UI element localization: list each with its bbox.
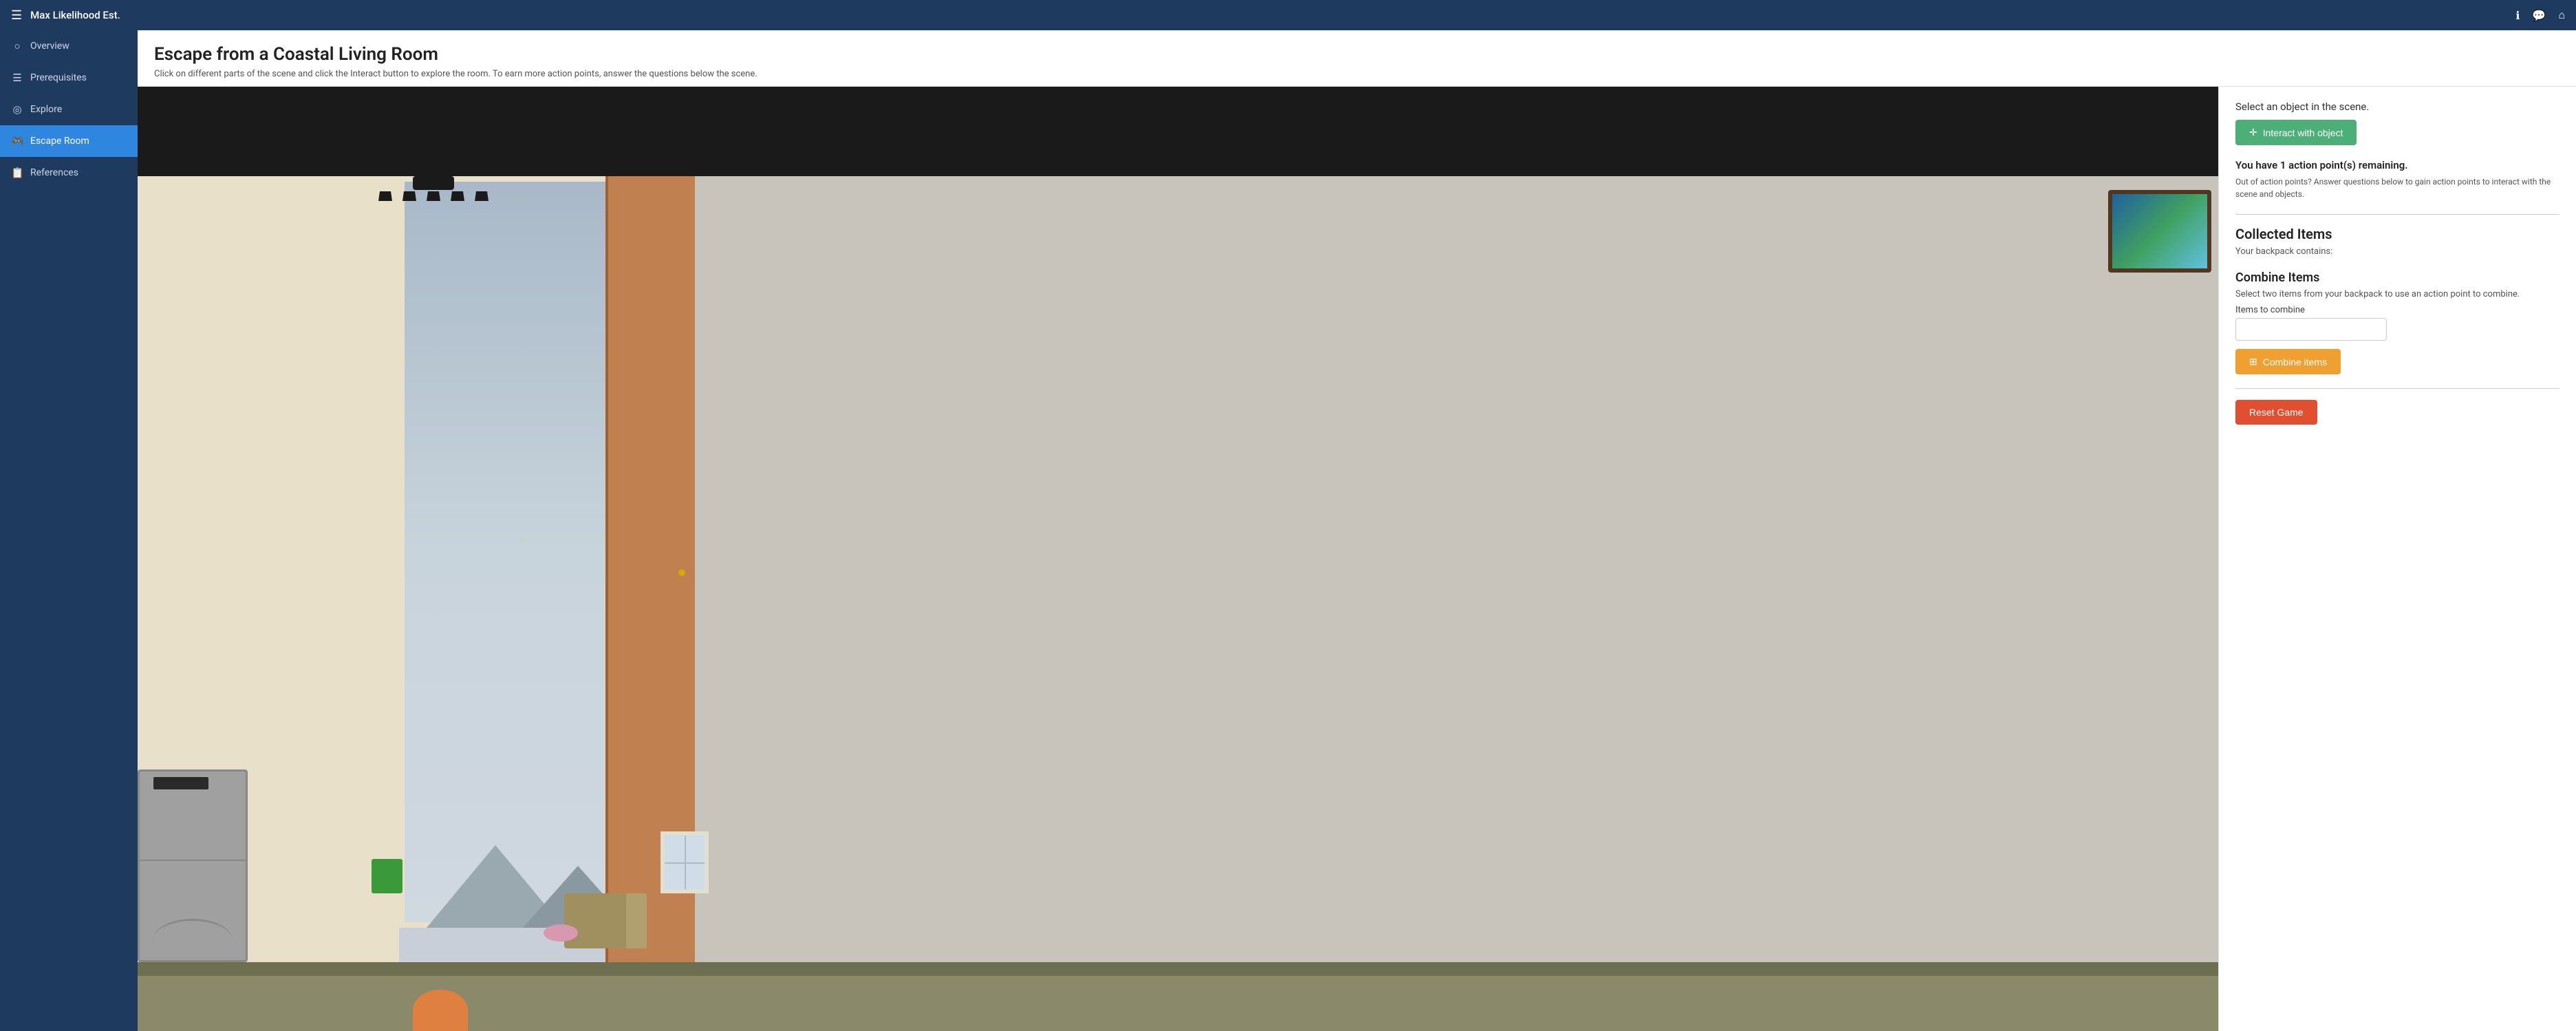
reset-button-label: Reset Game bbox=[2249, 407, 2304, 418]
chandelier-cup-3 bbox=[427, 191, 440, 201]
backpack-label: Your backpack contains: bbox=[2235, 246, 2559, 257]
interact-button[interactable]: ✛ Interact with object bbox=[2235, 120, 2357, 145]
prerequisites-icon: ☰ bbox=[11, 72, 23, 84]
collected-items-heading: Collected Items bbox=[2235, 226, 2559, 242]
items-input[interactable] bbox=[2235, 318, 2387, 341]
chat-icon[interactable]: 💬 bbox=[2532, 9, 2546, 22]
interact-section: Select an object in the scene. ✛ Interac… bbox=[2235, 100, 2559, 145]
floor-strip bbox=[138, 962, 2218, 976]
orange-object[interactable] bbox=[413, 990, 468, 1031]
right-wall bbox=[695, 176, 2218, 962]
page-title: Escape from a Coastal Living Room bbox=[154, 44, 2559, 65]
window-vertical-line bbox=[685, 836, 686, 889]
reset-button[interactable]: Reset Game bbox=[2235, 400, 2317, 425]
divider-1 bbox=[2235, 214, 2559, 215]
content-area: Escape from a Coastal Living Room Click … bbox=[138, 30, 2576, 1031]
overview-icon: ○ bbox=[11, 40, 23, 52]
sidebar-item-explore[interactable]: ◎ Explore bbox=[0, 94, 138, 125]
small-window[interactable] bbox=[661, 831, 709, 893]
escape-room-icon: 🎮 bbox=[11, 135, 23, 147]
navbar-icons: ℹ 💬 ⌂ bbox=[2515, 8, 2565, 22]
references-icon: 📋 bbox=[11, 167, 23, 179]
combine-button-label: Combine items bbox=[2263, 357, 2327, 368]
cylinder-object[interactable] bbox=[544, 924, 578, 942]
fridge-display bbox=[153, 777, 208, 789]
action-points-text: You have 1 action point(s) remaining. bbox=[2235, 159, 2559, 171]
sidebar-item-label: Explore bbox=[30, 104, 62, 115]
action-points-section: You have 1 action point(s) remaining. Ou… bbox=[2235, 159, 2559, 200]
sidebar-item-prerequisites[interactable]: ☰ Prerequisites bbox=[0, 62, 138, 94]
menu-toggle[interactable]: ☰ bbox=[11, 8, 22, 23]
info-icon[interactable]: ℹ bbox=[2515, 9, 2520, 22]
explore-icon: ◎ bbox=[11, 103, 23, 116]
interact-button-label: Interact with object bbox=[2263, 127, 2343, 138]
chandelier-body bbox=[413, 176, 454, 190]
combine-items-section: Combine Items Select two items from your… bbox=[2235, 270, 2559, 374]
home-icon[interactable]: ⌂ bbox=[2558, 8, 2565, 22]
navbar: ☰ Max Likelihood Est. ℹ 💬 ⌂ bbox=[0, 0, 2576, 30]
chandelier-cup-4 bbox=[451, 191, 464, 201]
fridge-top bbox=[140, 772, 246, 861]
tv-screen bbox=[2112, 194, 2207, 268]
divider-2 bbox=[2235, 388, 2559, 389]
right-panel: Select an object in the scene. ✛ Interac… bbox=[2218, 87, 2576, 1031]
collected-items-section: Collected Items Your backpack contains: bbox=[2235, 226, 2559, 257]
sidebar-item-escape-room[interactable]: 🎮 Escape Room bbox=[0, 125, 138, 157]
combine-items-heading: Combine Items bbox=[2235, 270, 2559, 285]
green-object[interactable] bbox=[372, 859, 402, 893]
chandelier-arms bbox=[372, 191, 495, 201]
interact-icon: ✛ bbox=[2249, 127, 2257, 138]
combine-icon: ⊞ bbox=[2249, 356, 2257, 368]
sidebar-item-label: Escape Room bbox=[30, 136, 89, 147]
fridge-arc bbox=[153, 919, 232, 960]
scene-panel-layout: Select an object in the scene. ✛ Interac… bbox=[138, 87, 2576, 1031]
combine-items-desc: Select two items from your backpack to u… bbox=[2235, 289, 2559, 299]
sidebar-item-label: References bbox=[30, 167, 78, 178]
living-room-scene[interactable] bbox=[138, 87, 2218, 1031]
select-label: Select an object in the scene. bbox=[2235, 100, 2559, 113]
sidebar-item-references[interactable]: 📋 References bbox=[0, 157, 138, 189]
items-to-combine-label: Items to combine bbox=[2235, 305, 2559, 315]
chair-back bbox=[626, 893, 647, 948]
chandelier-cup-5 bbox=[475, 191, 489, 201]
chandelier-cup-1 bbox=[378, 191, 392, 201]
chandelier-cup-2 bbox=[402, 191, 416, 201]
sidebar-item-label: Overview bbox=[30, 41, 69, 52]
page-header: Escape from a Coastal Living Room Click … bbox=[138, 30, 2576, 87]
sidebar-item-overview[interactable]: ○ Overview bbox=[0, 30, 138, 62]
chandelier-stem bbox=[431, 156, 436, 176]
scene-container[interactable] bbox=[138, 87, 2218, 1031]
chandelier[interactable] bbox=[372, 156, 495, 201]
sidebar: ○ Overview ☰ Prerequisites ◎ Explore 🎮 E… bbox=[0, 30, 138, 1031]
sidebar-item-label: Prerequisites bbox=[30, 72, 87, 83]
page-subtitle: Click on different parts of the scene an… bbox=[154, 69, 2559, 79]
main-layout: ○ Overview ☰ Prerequisites ◎ Explore 🎮 E… bbox=[0, 30, 2576, 1031]
action-points-sub: Out of action points? Answer questions b… bbox=[2235, 176, 2559, 200]
tv-picture[interactable] bbox=[2108, 190, 2211, 273]
combine-button[interactable]: ⊞ Combine items bbox=[2235, 349, 2341, 374]
door-knob bbox=[678, 569, 685, 576]
reset-section: Reset Game bbox=[2235, 400, 2559, 425]
refrigerator[interactable] bbox=[138, 769, 248, 962]
app-title: Max Likelihood Est. bbox=[30, 9, 2515, 21]
chair[interactable] bbox=[564, 893, 647, 948]
